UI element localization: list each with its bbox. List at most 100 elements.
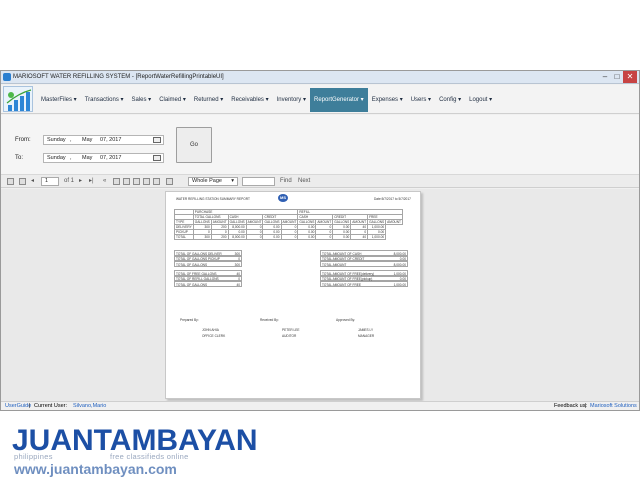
table-cell: 0: [315, 234, 334, 240]
menu-item[interactable]: Users ▾: [407, 88, 435, 112]
status-separator: |: [585, 403, 587, 409]
summary-value: 1,000.00: [393, 282, 406, 287]
signature-title: AUDITOR: [282, 334, 297, 338]
find-link[interactable]: Find: [280, 177, 292, 186]
export-icon[interactable]: [166, 178, 173, 185]
to-day: Sunday: [47, 155, 66, 161]
find-input[interactable]: [242, 177, 275, 186]
print-layout-icon[interactable]: [143, 178, 150, 185]
from-date-picker[interactable]: Sunday , May 07, 2017: [43, 135, 164, 145]
summary-value: 8,000.00: [393, 262, 406, 267]
menu-item[interactable]: Receivables ▾: [227, 88, 272, 112]
summary-row: TOTAL OF GALLONS 40: [174, 281, 242, 287]
menu-item[interactable]: Config ▾: [435, 88, 465, 112]
watermark-sub2: free classifieds online: [110, 452, 189, 461]
page-number-input[interactable]: 1: [41, 177, 59, 186]
summary-row: TOTAL AMOUNT 8,000.00: [320, 261, 408, 267]
to-label: To:: [15, 155, 24, 161]
app-logo: [3, 86, 33, 112]
watermark-sub1: philippines: [14, 452, 53, 461]
summary-label: TOTAL AMOUNT OF FREE: [322, 282, 362, 287]
main-menu: MasterFiles ▾ Transactions ▾ Sales ▾ Claime…: [37, 85, 496, 114]
table-row: TOTAL 300 200 8,000.00 0 0.00 0 0.00 0 0.00 40 1,00…: [174, 234, 403, 240]
status-bar: UserGuide | Current User: Silvano,Mario …: [1, 401, 639, 410]
signature-title: MANAGER: [358, 334, 375, 338]
feedback-label: Feedback us:: [554, 403, 588, 409]
signature-title: OFFICE CLERK: [202, 334, 226, 338]
current-user: Silvano,Mario: [73, 403, 107, 409]
column-header-row: TYPE GALLONS AMOUNT GALLONS AMOUNT GALLONS AMO…: [174, 219, 403, 225]
maximize-icon[interactable]: □: [611, 71, 623, 83]
table-cell: 8,000.00: [227, 234, 247, 240]
calendar-icon[interactable]: [153, 137, 161, 143]
window-title: MARIOSOFT WATER REFILLING SYSTEM - [Repo…: [13, 74, 224, 80]
menu-item[interactable]: Returned ▾: [190, 88, 227, 112]
signature-name: JOHN AHIA: [202, 328, 219, 332]
report-page: WATER REFILLING STATION SUMMARY REPORT M…: [165, 191, 421, 399]
company-link[interactable]: Mariosoft Solutions: [590, 402, 637, 410]
stop-icon[interactable]: [113, 178, 120, 185]
to-date-picker[interactable]: Sunday , May 07, 2017: [43, 153, 164, 163]
calendar-icon[interactable]: [153, 155, 161, 161]
refresh-icon[interactable]: [123, 178, 130, 185]
menu-item[interactable]: MasterFiles ▾: [37, 88, 81, 112]
table-cell: AMOUNT: [350, 219, 369, 225]
next-link[interactable]: Next: [298, 177, 310, 186]
menu-item[interactable]: Transactions ▾: [81, 88, 128, 112]
summary-row: TOTAL OF GALLONS 300: [174, 261, 242, 267]
watermark: JUANTAMBAYAN philippines free classified…: [0, 411, 640, 480]
summary-row: TOTAL AMOUNT OF FREE 1,000.00: [320, 281, 408, 287]
menu-item[interactable]: Logout ▾: [465, 88, 496, 112]
last-page-icon[interactable]: ▸|: [89, 177, 94, 186]
water-logo-icon: [4, 87, 32, 111]
close-icon[interactable]: ✕: [623, 71, 637, 83]
next-page-icon[interactable]: ▸: [79, 177, 82, 186]
summary-label: TOTAL AMOUNT: [322, 262, 347, 267]
to-date: 07, 2017: [100, 155, 122, 161]
signature-role: Prepared By:: [180, 318, 199, 322]
table-cell: GALLONS: [297, 219, 317, 225]
table-cell: GALLONS: [227, 219, 247, 225]
chevron-down-icon: ▾: [231, 178, 234, 184]
summary-value: 40: [236, 282, 240, 287]
from-label: From:: [15, 137, 31, 143]
summary-label: TOTAL OF GALLONS: [176, 282, 208, 287]
table-cell: AMOUNT: [280, 219, 299, 225]
menu-item[interactable]: Inventory ▾: [273, 88, 310, 112]
watermark-url: www.juantambayan.com: [14, 461, 177, 477]
menu-item[interactable]: ReportGenerator ▾: [309, 87, 368, 112]
signature-name: PETER LEE: [282, 328, 300, 332]
go-button[interactable]: Go: [176, 127, 212, 163]
table-cell: AMOUNT: [385, 219, 403, 225]
minimize-icon[interactable]: –: [599, 71, 611, 83]
from-month: May: [82, 137, 93, 143]
to-month: May: [82, 155, 93, 161]
report-table: PURCHASE REFILL TOTAL GALLONS CASH CREDIT CAS…: [174, 209, 403, 240]
window-controls: – □ ✕: [599, 71, 637, 83]
signature-role: Approved By:: [336, 318, 356, 322]
signature-name: JAMES LY: [358, 328, 374, 332]
menu-item[interactable]: Expenses ▾: [368, 88, 407, 112]
table-cell: GALLONS: [332, 219, 352, 225]
first-page-icon[interactable]: [7, 178, 14, 185]
zoom-select[interactable]: Whole Page ▾: [188, 177, 238, 186]
back-icon[interactable]: «: [103, 177, 106, 186]
title-bar: MARIOSOFT WATER REFILLING SYSTEM - [Repo…: [1, 71, 639, 84]
table-cell: 0.00: [262, 234, 282, 240]
table-cell: 200: [210, 234, 229, 240]
page-setup-icon[interactable]: [153, 178, 160, 185]
table-cell: 0: [280, 234, 299, 240]
go-button-label: Go: [189, 142, 198, 148]
app-icon: [3, 73, 11, 81]
prev-arrow-icon[interactable]: ◂: [31, 177, 34, 186]
prev-page-icon[interactable]: [19, 178, 26, 185]
table-cell: TOTAL: [174, 234, 194, 240]
app-window: MARIOSOFT WATER REFILLING SYSTEM - [Repo…: [0, 70, 640, 411]
userguide-link[interactable]: UserGuide: [5, 402, 31, 410]
print-icon[interactable]: [133, 178, 140, 185]
menu-item[interactable]: Sales ▾: [128, 88, 156, 112]
menu-item[interactable]: Claimed ▾: [155, 88, 190, 112]
company-logo: MS: [278, 194, 288, 202]
zoom-value: Whole Page: [192, 178, 222, 184]
table-cell: 1,000.00: [367, 234, 387, 240]
